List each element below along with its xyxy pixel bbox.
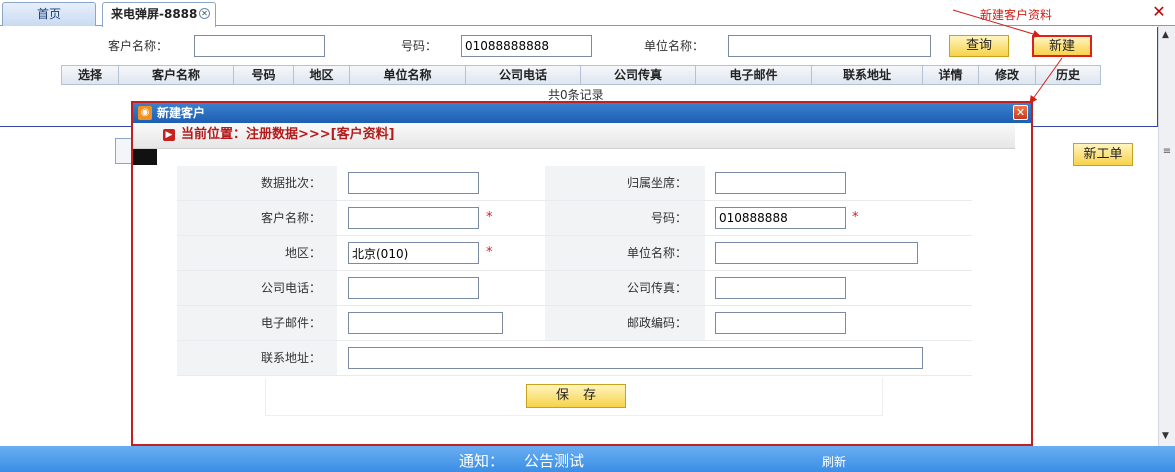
phone-search-input[interactable]	[461, 35, 592, 57]
close-tab-icon[interactable]: ✕	[199, 8, 210, 19]
form-row: 电子邮件： 邮政编码：	[177, 306, 972, 340]
col-edit[interactable]: 修改	[979, 66, 1036, 84]
form-row: 数据批次： 归属坐席：	[177, 166, 972, 200]
col-customer-name[interactable]: 客户名称	[119, 66, 234, 84]
breadcrumb-text: 当前位置：注册数据>>>[客户资料]	[181, 127, 395, 142]
postcode-label: 邮政编码：	[626, 316, 687, 330]
col-history[interactable]: 历史	[1036, 66, 1100, 84]
required-mark: *	[852, 210, 859, 225]
dialog-title: 新建客户	[157, 106, 206, 120]
phone-label: 号码：	[401, 39, 438, 53]
col-company-fax[interactable]: 公司传真	[581, 66, 696, 84]
dialog-close-icon[interactable]: ✕	[1013, 105, 1028, 120]
form-row: 地区： * 单位名称：	[177, 236, 972, 270]
company-label: 单位名称：	[644, 39, 705, 53]
scroll-thumb[interactable]: ≡	[1161, 146, 1173, 162]
col-select[interactable]: 选择	[62, 66, 119, 84]
new-button[interactable]: 新建	[1032, 35, 1092, 57]
batch-label: 数据批次：	[260, 176, 321, 190]
query-button[interactable]: 查询	[949, 35, 1009, 57]
col-company[interactable]: 单位名称	[350, 66, 466, 84]
rss-icon: ◉	[138, 106, 152, 120]
col-company-phone[interactable]: 公司电话	[466, 66, 581, 84]
required-mark: *	[486, 245, 493, 260]
customer-name-search-input[interactable]	[194, 35, 325, 57]
refresh-link[interactable]: 刷新	[822, 453, 846, 470]
seat-label: 归属坐席：	[626, 176, 687, 190]
form-row: 客户名称： * 号码： *	[177, 201, 972, 235]
company-fax-field[interactable]	[715, 277, 846, 299]
save-button[interactable]: 保存	[526, 384, 626, 408]
annotation-label: 新建客户资料	[980, 8, 1053, 22]
phone-field-label: 号码：	[650, 211, 687, 225]
col-phone[interactable]: 号码	[234, 66, 294, 84]
search-row: 客户名称： 号码： 单位名称： 查询 新建	[0, 35, 1158, 59]
breadcrumb: ▶ 当前位置：注册数据>>>[客户资料]	[133, 123, 1015, 149]
tab-incoming-call[interactable]: 来电弹屏-8888 ✕	[102, 2, 216, 27]
scroll-up-icon[interactable]: ▲	[1162, 30, 1169, 40]
new-customer-dialog: ◉ 新建客户 ✕ ▶ 当前位置：注册数据>>>[客户资料] ↗ 数据批次： 归属…	[131, 101, 1033, 446]
notice-label: 通知：	[459, 452, 505, 470]
breadcrumb-arrow-icon: ▶	[163, 129, 175, 141]
dialog-title-bar[interactable]: ◉ 新建客户 ✕	[133, 103, 1031, 123]
tab-home[interactable]: 首页	[2, 2, 96, 26]
address-field[interactable]	[348, 347, 923, 369]
seat-input[interactable]	[715, 172, 846, 194]
footer-bar: 通知： 公告测试 刷新	[0, 446, 1175, 472]
email-field[interactable]	[348, 312, 503, 334]
customer-name-label: 客户名称：	[108, 39, 169, 53]
email-label: 电子邮件：	[260, 316, 321, 330]
col-details[interactable]: 详情	[923, 66, 979, 84]
col-address[interactable]: 联系地址	[812, 66, 923, 84]
required-mark: *	[486, 210, 493, 225]
col-email[interactable]: 电子邮件	[696, 66, 812, 84]
scroll-down-icon[interactable]: ▼	[1162, 431, 1169, 441]
company-field-label: 单位名称：	[626, 246, 687, 260]
form-row: 公司电话： 公司传真：	[177, 271, 972, 305]
address-label: 联系地址：	[260, 351, 321, 365]
new-work-order-button[interactable]: 新工单	[1073, 143, 1133, 166]
form-row: 联系地址：	[177, 341, 972, 375]
customer-name-field[interactable]	[348, 207, 479, 229]
company-phone-field[interactable]	[348, 277, 479, 299]
phone-field[interactable]	[715, 207, 846, 229]
notice-text[interactable]: 公告测试	[524, 450, 584, 471]
customer-name-field-label: 客户名称：	[260, 211, 321, 225]
col-region[interactable]: 地区	[294, 66, 350, 84]
company-search-input[interactable]	[728, 35, 931, 57]
region-label: 地区：	[284, 246, 321, 260]
results-table-header: 选择 客户名称 号码 地区 单位名称 公司电话 公司传真 电子邮件 联系地址 详…	[61, 65, 1101, 85]
company-phone-label: 公司电话：	[260, 281, 321, 295]
vertical-scrollbar[interactable]: ▲ ≡ ▼	[1158, 26, 1175, 446]
company-field[interactable]	[715, 242, 918, 264]
region-field[interactable]	[348, 242, 479, 264]
company-fax-label: 公司传真：	[626, 281, 687, 295]
postcode-field[interactable]	[715, 312, 846, 334]
close-icon[interactable]: ✕	[1151, 4, 1167, 20]
batch-input[interactable]	[348, 172, 479, 194]
black-block	[133, 149, 157, 165]
tab-incoming-call-label: 来电弹屏-8888	[111, 7, 198, 21]
